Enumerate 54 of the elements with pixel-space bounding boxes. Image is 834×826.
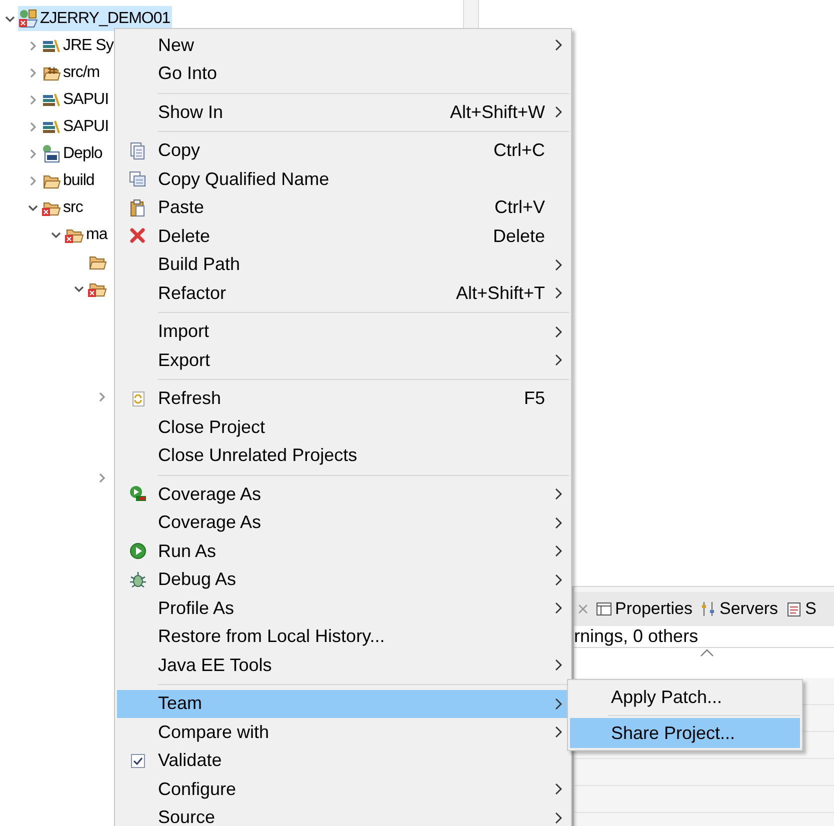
delete-icon (128, 227, 146, 246)
menu-item[interactable]: Delete Delete (117, 222, 569, 250)
menu-item[interactable]: Run As (117, 537, 569, 566)
menu-item[interactable]: New (117, 31, 569, 60)
clipboard-icon (128, 198, 146, 217)
menu-item[interactable]: Import (117, 318, 569, 346)
tree-item[interactable]: src/m (27, 60, 105, 85)
menu-item[interactable]: Coverage As (117, 508, 569, 537)
project-folder-icon (18, 8, 38, 28)
menu-item[interactable]: Refactor Alt+Shift+T (117, 279, 569, 308)
panel-tab[interactable]: S (786, 594, 816, 624)
menu-item[interactable]: Paste Ctrl+V (117, 194, 569, 222)
menu-item[interactable]: Debug As (117, 566, 569, 594)
menu-item[interactable]: Build Path (117, 250, 569, 279)
list-icon (786, 601, 802, 617)
menu-item[interactable]: Coverage As (117, 480, 569, 508)
table-icon (596, 601, 612, 617)
tree-item[interactable]: JRE Sy (27, 33, 118, 58)
coverage-icon (128, 485, 146, 504)
menu-item[interactable]: Copy Qualified Name (117, 165, 569, 194)
sliders-icon (700, 601, 716, 617)
tree-item[interactable]: ma (50, 222, 112, 247)
panel-tab[interactable]: Servers (700, 594, 778, 624)
status-text: rnings, 0 others (574, 625, 698, 648)
menu-item[interactable]: Show In Alt+Shift+W (117, 98, 569, 126)
tree-item[interactable]: src (27, 195, 88, 220)
panel-tab[interactable]: Properties (596, 594, 692, 624)
tree-item[interactable]: build (27, 168, 100, 193)
menu-item[interactable]: Source (117, 804, 569, 826)
menu-item[interactable]: Close Project (117, 413, 569, 442)
menu-item[interactable]: Restore from Local History... (117, 622, 569, 651)
tree-item[interactable]: Deplo (27, 141, 108, 166)
menu-item[interactable]: Copy Ctrl+C (117, 136, 569, 165)
menu-item[interactable]: Close Unrelated Projects (117, 442, 569, 470)
menu-item[interactable]: Validate (117, 746, 569, 775)
run-icon (128, 542, 146, 560)
menu-item[interactable]: Profile As (117, 594, 569, 622)
menu-item[interactable]: Go Into (117, 60, 569, 88)
menu-item[interactable]: Team (117, 690, 569, 718)
menu-item[interactable]: Export (117, 346, 569, 374)
close-icon (578, 603, 588, 615)
menu-item[interactable]: Apply Patch... (570, 682, 800, 712)
menu-item[interactable]: Compare with (117, 718, 569, 746)
tree-item[interactable]: SAPUI (27, 114, 114, 139)
copy-icon (128, 142, 146, 160)
collapse-icon (700, 648, 714, 658)
copy-icon (128, 170, 146, 188)
bug-icon (128, 570, 146, 589)
descriptor-icon (41, 144, 61, 164)
menu-item[interactable]: Share Project... (570, 718, 800, 748)
menu-item[interactable]: Configure (117, 775, 569, 804)
tree-item[interactable]: SAPUI (27, 87, 114, 112)
menu-item[interactable]: Java EE Tools (117, 651, 569, 680)
menu-item[interactable]: Refresh F5 (117, 384, 569, 413)
